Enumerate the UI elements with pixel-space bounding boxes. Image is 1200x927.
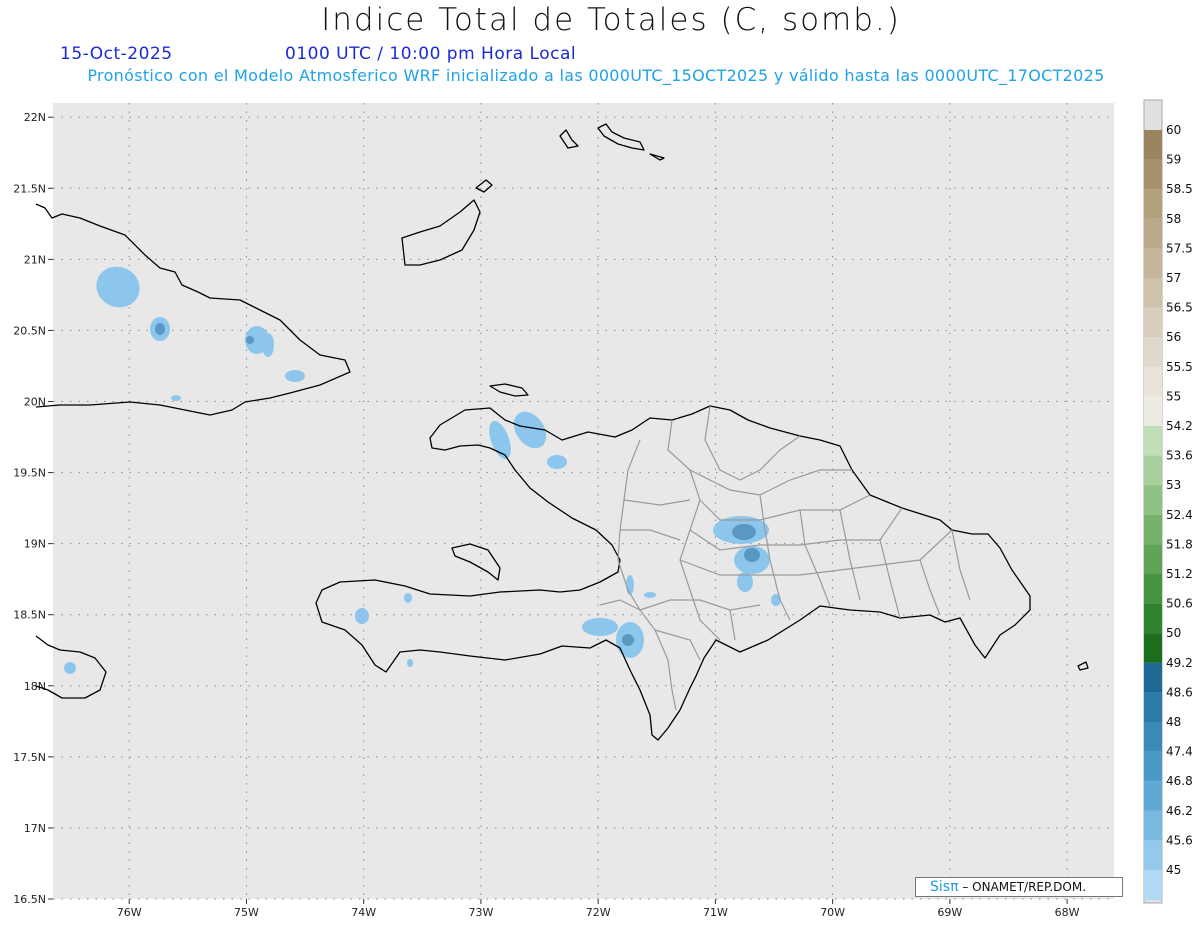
colorbar-swatch [1144, 278, 1162, 308]
colorbar-swatch [1144, 781, 1162, 811]
colorbar-label: 51.8 [1166, 537, 1193, 551]
colorbar-label: 45.6 [1166, 833, 1193, 847]
colorbar-swatch [1144, 307, 1162, 338]
lat-label: 22N [24, 111, 46, 124]
lat-label: 21.5N [13, 182, 46, 195]
lat-label: 21N [24, 253, 46, 266]
colorbar-swatch [1144, 426, 1162, 456]
map-background [53, 103, 1114, 899]
shade-area [355, 608, 369, 624]
colorbar-label: 59 [1166, 153, 1181, 167]
lon-label: 75W [234, 906, 259, 919]
shade-area [64, 662, 76, 674]
shade-area [644, 592, 656, 598]
colorbar-swatch [1144, 396, 1162, 426]
colorbar-swatch [1144, 692, 1162, 722]
credit-box: Sisπ – ONAMET/REP.DOM. [915, 877, 1123, 897]
lon-label: 76W [117, 906, 142, 919]
colorbar-label: 60 [1166, 123, 1181, 137]
colorbar-swatch [1144, 810, 1162, 841]
colorbar-label: 50.6 [1166, 597, 1193, 611]
colorbar-label: 49.2 [1166, 656, 1193, 670]
colorbar-label: 56 [1166, 330, 1181, 344]
colorbar-label: 53 [1166, 478, 1181, 492]
colorbar-label: 57.5 [1166, 241, 1193, 255]
colorbar-label: 57 [1166, 271, 1181, 285]
weather-map: 22N21.5N21N20.5N20N19.5N19N18.5N18N17.5N… [13, 99, 1193, 919]
lon-label: 74W [351, 906, 376, 919]
colorbar-swatch [1144, 189, 1162, 219]
colorbar-label: 47.4 [1166, 745, 1193, 759]
colorbar-label: 58.5 [1166, 182, 1193, 196]
lat-label: 18.5N [13, 609, 46, 622]
colorbar-label: 45 [1166, 863, 1181, 877]
colorbar-swatch [1144, 751, 1162, 782]
lat-label: 16.5N [13, 893, 46, 906]
colorbar-swatch [1144, 337, 1162, 367]
credit-text: – ONAMET/REP.DOM. [962, 880, 1087, 894]
colorbar-label: 53.6 [1166, 449, 1193, 463]
shade-area [582, 618, 618, 636]
colorbar-swatch [1144, 870, 1162, 900]
shade-area [285, 370, 305, 382]
lon-label: 69W [937, 906, 962, 919]
shade-core [744, 548, 760, 562]
lat-label: 17N [24, 822, 46, 835]
shade-core [155, 323, 165, 335]
shade-core [732, 524, 756, 540]
colorbar: 60 59 58.5 58 57.5 57 56.5 56 55.5 55 54.2 53.6 53 52… [1143, 99, 1193, 904]
lat-label: 19.5N [13, 467, 46, 480]
shade-area [547, 455, 567, 469]
colorbar-swatch [1144, 248, 1162, 278]
lat-label: 17.5N [13, 751, 46, 764]
lat-label: 18N [24, 680, 46, 693]
colorbar-label: 48 [1166, 715, 1181, 729]
colorbar-swatch [1144, 514, 1162, 545]
colorbar-swatch [1144, 633, 1162, 663]
colorbar-label: 56.5 [1166, 301, 1193, 315]
colorbar-label: 50 [1166, 626, 1181, 640]
colorbar-swatch [1144, 218, 1162, 249]
colorbar-label: 46.8 [1166, 774, 1193, 788]
colorbar-swatch [1144, 574, 1162, 604]
shade-area [404, 593, 412, 603]
colorbar-swatch [1144, 130, 1162, 160]
shade-area [171, 395, 181, 401]
shade-area [626, 575, 634, 595]
colorbar-swatch [1144, 485, 1162, 515]
colorbar-label: 55.5 [1166, 360, 1193, 374]
lon-label: 70W [820, 906, 845, 919]
shade-core [246, 336, 254, 344]
colorbar-swatch [1144, 159, 1162, 190]
colorbar-swatch [1144, 722, 1162, 752]
lon-label: 73W [468, 906, 493, 919]
colorbar-swatch [1144, 840, 1162, 870]
colorbar-swatch [1144, 662, 1162, 693]
colorbar-label: 52.4 [1166, 508, 1193, 522]
lon-label: 68W [1055, 906, 1080, 919]
colorbar-swatch [1144, 455, 1162, 486]
shade-area [407, 659, 413, 667]
colorbar-label: 48.6 [1166, 685, 1193, 699]
lat-label: 20.5N [13, 324, 46, 337]
sispi-logo: Sisπ [930, 879, 959, 895]
colorbar-swatch [1144, 366, 1162, 397]
shade-area [262, 333, 274, 357]
colorbar-label: 46.2 [1166, 804, 1193, 818]
colorbar-label: 51.2 [1166, 567, 1193, 581]
lon-label: 71W [703, 906, 728, 919]
colorbar-swatch [1144, 544, 1162, 574]
lon-label: 72W [586, 906, 611, 919]
shade-core [622, 634, 634, 646]
colorbar-swatch [1144, 603, 1162, 634]
colorbar-label: 55 [1166, 389, 1181, 403]
colorbar-label: 58 [1166, 212, 1181, 226]
lat-label: 19N [24, 538, 46, 551]
colorbar-label: 54.2 [1166, 419, 1193, 433]
